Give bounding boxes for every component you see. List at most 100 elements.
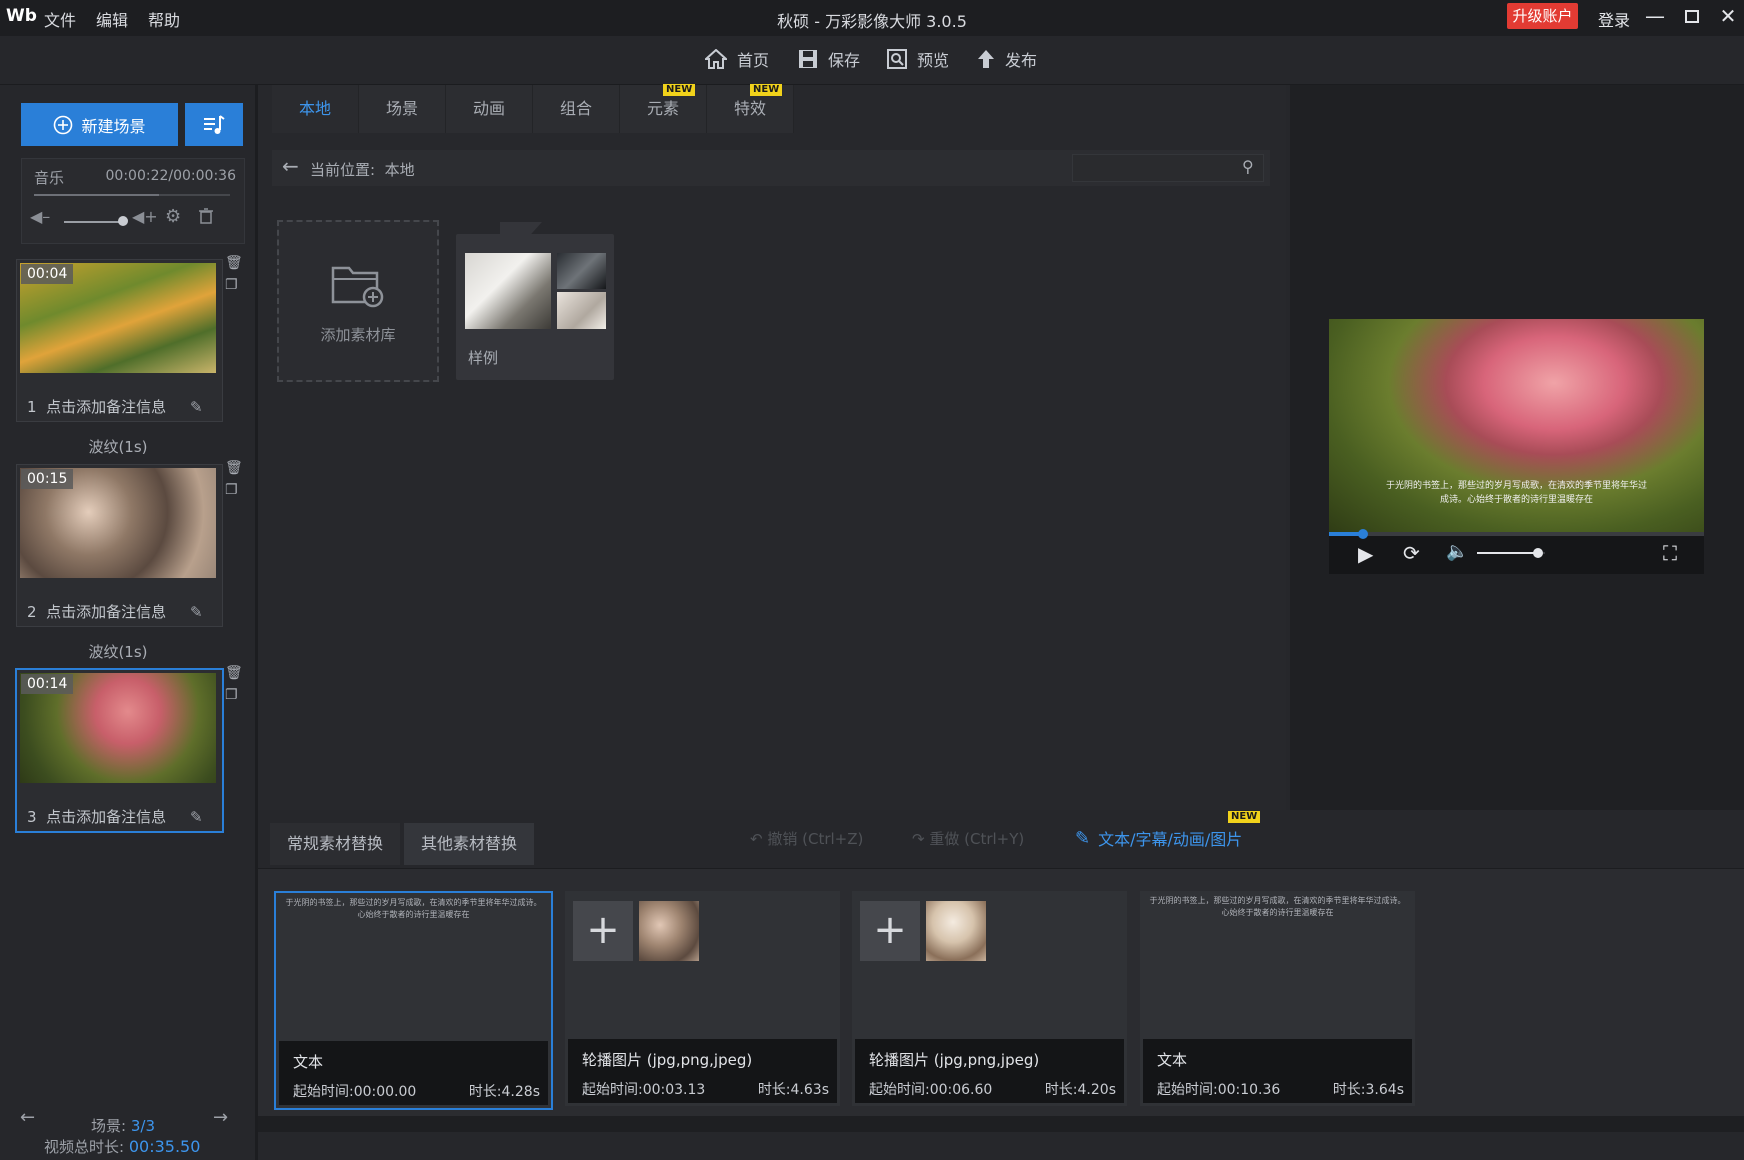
minimize-icon[interactable]: — <box>1641 4 1669 28</box>
tab-effects[interactable]: 特效 NEW <box>707 84 794 133</box>
volume-down-icon[interactable]: ◀– <box>30 207 50 226</box>
back-arrow-icon[interactable]: ← <box>282 154 299 178</box>
volume-icon[interactable]: 🔈 <box>1446 541 1468 562</box>
clip-start-time: 起始时间:00:06.60 <box>869 1082 993 1098</box>
fullscreen-icon[interactable]: ⛶ <box>1663 541 1677 565</box>
search-icon[interactable]: ⚲ <box>1242 157 1254 176</box>
undo-label: 撤销 (Ctrl+Z) <box>767 830 864 848</box>
preview-video[interactable]: 于光阴的书签上，那些过的岁月写成歌，在清欢的季节里将年华过 成诗。心始终于散者的… <box>1329 319 1704 532</box>
tab-label: 常规素材替换 <box>286 834 383 853</box>
redo-label: 重做 (Ctrl+Y) <box>929 830 1025 848</box>
tab-scene[interactable]: 场景 <box>359 85 446 133</box>
tab-local[interactable]: 本地 <box>272 85 359 133</box>
delete-scene-icon[interactable]: 🗑 <box>225 665 243 681</box>
music-volume-slider[interactable] <box>64 221 120 223</box>
edit-icon[interactable]: ✎ <box>190 398 203 416</box>
library-search-input[interactable] <box>1072 154 1264 182</box>
add-image-button[interactable]: + <box>860 901 920 961</box>
scene-note[interactable]: 2 点击添加备注信息 <box>27 601 166 622</box>
preview-button[interactable]: 预览 <box>887 47 949 71</box>
login-button[interactable]: 登录 <box>1598 7 1630 31</box>
trash-icon[interactable] <box>199 208 213 224</box>
clip-card-image-2[interactable]: + 轮播图片 (jpg,png,jpeg) 起始时间:00:06.60 时长:4… <box>852 891 1127 1106</box>
music-progress-track[interactable] <box>34 194 230 196</box>
clips-scrollbar[interactable] <box>258 1116 1744 1132</box>
sample-folder[interactable]: 样例 <box>456 234 614 380</box>
scene-note[interactable]: 1 点击添加备注信息 <box>27 396 166 417</box>
breadcrumb: 当前位置: 本地 <box>310 159 415 180</box>
scene-note[interactable]: 3 点击添加备注信息 <box>27 806 166 827</box>
scene-card-2[interactable]: 00:15 2 点击添加备注信息 ✎ <box>16 464 223 627</box>
edit-icon[interactable]: ✎ <box>190 808 203 826</box>
clip-card-image-1[interactable]: + 轮播图片 (jpg,png,jpeg) 起始时间:00:03.13 时长:4… <box>565 891 840 1106</box>
close-icon[interactable]: ✕ <box>1714 4 1742 28</box>
playback-progress-handle[interactable] <box>1357 529 1368 539</box>
next-scene-arrow-icon[interactable]: → <box>213 1107 228 1128</box>
delete-scene-icon[interactable]: 🗑 <box>225 255 243 271</box>
tab-regular-replace[interactable]: 常规素材替换 <box>270 823 400 865</box>
sample-thumbnail-groom <box>557 253 606 289</box>
tab-other-replace[interactable]: 其他素材替换 <box>404 823 534 865</box>
breadcrumb-current[interactable]: 本地 <box>385 161 415 179</box>
new-scene-label: 新建场景 <box>81 116 146 136</box>
scene-card-3[interactable]: 00:14 3 点击添加备注信息 ✎ <box>15 668 224 833</box>
pencil-icon: ✎ <box>1075 827 1091 849</box>
clip-image-thumbnail[interactable] <box>639 901 699 961</box>
scene-card-1[interactable]: 00:04 1 点击添加备注信息 ✎ <box>16 259 223 422</box>
maximize-icon[interactable] <box>1678 4 1706 28</box>
add-library-tile[interactable]: 添加素材库 <box>277 220 439 382</box>
new-scene-button[interactable]: 新建场景 <box>21 103 178 146</box>
undo-button[interactable]: ↶ 撤销 (Ctrl+Z) <box>750 828 863 849</box>
clip-image-thumbnail[interactable] <box>926 901 986 961</box>
copy-scene-icon[interactable]: ❐ <box>225 482 238 498</box>
volume-up-icon[interactable]: ◀+ <box>132 207 158 226</box>
scene-duration-badge: 00:15 <box>21 469 74 489</box>
scene-index: 1 <box>27 398 37 416</box>
delete-scene-icon[interactable]: 🗑 <box>225 460 243 476</box>
playback-progress-track[interactable] <box>1329 532 1704 536</box>
redo-button[interactable]: ↷ 重做 (Ctrl+Y) <box>912 828 1024 849</box>
total-duration-label: 视频总时长: <box>44 1138 125 1156</box>
transition-label[interactable]: 波纹(1s) <box>8 641 228 662</box>
save-button[interactable]: 保存 <box>798 47 860 71</box>
publish-button[interactable]: 发布 <box>977 47 1037 71</box>
home-button[interactable]: 首页 <box>705 47 769 71</box>
tab-elements[interactable]: 元素 NEW <box>620 84 707 133</box>
gear-icon[interactable]: ⚙ <box>165 206 181 227</box>
preview-label: 预览 <box>917 51 950 70</box>
total-duration-value: 00:35.50 <box>128 1137 201 1156</box>
scene-count-label: 场景: <box>91 1117 127 1135</box>
scene-count: 场景: 3/3 <box>91 1115 155 1136</box>
copy-scene-icon[interactable]: ❐ <box>225 687 238 703</box>
play-icon[interactable]: ▶ <box>1358 542 1373 566</box>
tab-combination[interactable]: 组合 <box>533 85 620 133</box>
volume-handle[interactable] <box>1533 548 1544 558</box>
clip-card-text-1[interactable]: 于光阴的书签上，那些过的岁月写成歌，在清欢的季节里将年华过成诗。心始终于散者的诗… <box>274 891 553 1110</box>
clip-duration: 时长:4.28s <box>468 1084 540 1100</box>
transition-label[interactable]: 波纹(1s) <box>8 436 228 457</box>
add-library-label: 添加素材库 <box>320 326 396 344</box>
clip-card-text-2[interactable]: 于光阴的书签上，那些过的岁月写成歌，在清欢的季节里将年华过成诗。心始终于散者的诗… <box>1140 891 1415 1106</box>
home-icon <box>705 49 727 69</box>
music-settings-button[interactable] <box>185 103 243 146</box>
add-folder-icon <box>331 266 384 308</box>
scene-note-text: 点击添加备注信息 <box>46 808 167 826</box>
volume-fill <box>1477 552 1539 554</box>
new-badge: NEW <box>750 84 783 96</box>
caption-line-1: 于光阴的书签上，那些过的岁月写成歌，在清欢的季节里将年华过 <box>1385 481 1647 491</box>
clip-duration: 时长:3.64s <box>1332 1082 1404 1098</box>
scene-duration-badge: 00:04 <box>21 264 74 284</box>
clip-title: 文本 <box>1157 1051 1188 1069</box>
text-subtitle-button[interactable]: ✎ 文本/字幕/动画/图片 <box>1075 826 1242 850</box>
edit-icon[interactable]: ✎ <box>190 603 203 621</box>
music-volume-handle[interactable] <box>118 216 128 226</box>
add-image-button[interactable]: + <box>573 901 633 961</box>
upgrade-account-button[interactable]: 升级账户 <box>1507 3 1578 29</box>
tab-animation[interactable]: 动画 <box>446 85 533 133</box>
scene-footer: ← → 场景: 3/3 视频总时长: 00:35.50 <box>0 1105 255 1160</box>
replay-icon[interactable]: ⟳ <box>1403 541 1420 565</box>
scene-note-text: 点击添加备注信息 <box>46 603 167 621</box>
copy-scene-icon[interactable]: ❐ <box>225 277 238 293</box>
preview-icon <box>887 49 907 69</box>
prev-scene-arrow-icon[interactable]: ← <box>20 1107 35 1128</box>
